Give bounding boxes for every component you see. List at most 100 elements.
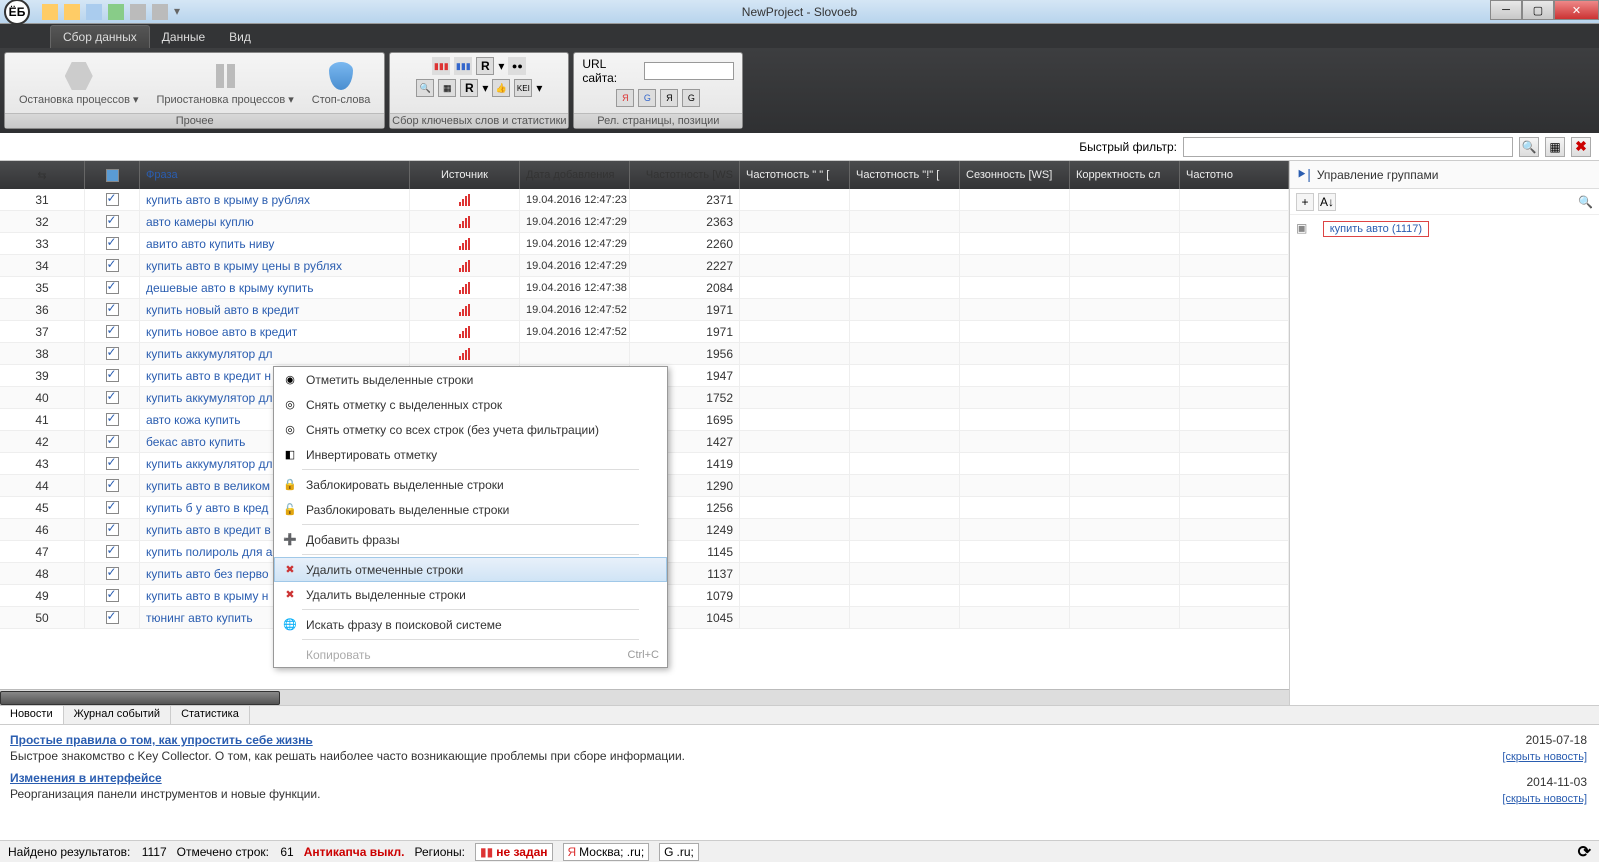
tab-data-collection[interactable]: Сбор данных bbox=[50, 25, 150, 48]
row-checkbox[interactable] bbox=[85, 343, 140, 364]
collapse-icon[interactable]: ⯈| bbox=[1296, 166, 1311, 183]
table-row[interactable]: 37купить новое авто в кредит19.04.2016 1… bbox=[0, 321, 1289, 343]
region-box[interactable]: ЯМосква; .ru; bbox=[563, 843, 650, 861]
tab-news[interactable]: Новости bbox=[0, 706, 64, 724]
tab-statistics[interactable]: Статистика bbox=[171, 706, 250, 724]
news-link[interactable]: Простые правила о том, как упростить себ… bbox=[10, 733, 1589, 747]
row-checkbox[interactable] bbox=[85, 475, 140, 496]
r-icon[interactable]: R bbox=[460, 79, 478, 97]
url-input[interactable] bbox=[644, 62, 734, 80]
row-checkbox[interactable] bbox=[85, 387, 140, 408]
search-icon[interactable]: 🔍 bbox=[1578, 195, 1593, 209]
context-menu-item[interactable]: 🔓Разблокировать выделенные строки bbox=[274, 497, 667, 522]
add-group-button[interactable]: + bbox=[1296, 193, 1314, 211]
reload-icon[interactable]: ⟳ bbox=[1578, 842, 1591, 862]
col-freq-last[interactable]: Частотно bbox=[1180, 161, 1289, 189]
row-phrase[interactable]: купить авто в крыму цены в рублях bbox=[140, 255, 410, 276]
context-menu-item[interactable]: ✖Удалить выделенные строки bbox=[274, 582, 667, 607]
context-menu-item[interactable]: ◎Снять отметку с выделенных строк bbox=[274, 392, 667, 417]
stopwords-button[interactable]: Стоп-слова bbox=[306, 58, 377, 108]
col-freq-excl[interactable]: Частотность "!" [ bbox=[850, 161, 960, 189]
filter-clear-button[interactable]: ✖ bbox=[1571, 137, 1591, 157]
filter-btn-2[interactable]: ▦ bbox=[1545, 137, 1565, 157]
group-node[interactable]: купить авто (1117) bbox=[1323, 221, 1429, 237]
context-menu-item[interactable]: ◧Инвертировать отметку bbox=[274, 442, 667, 467]
row-checkbox[interactable] bbox=[85, 409, 140, 430]
dropdown-icon[interactable]: ▾ bbox=[498, 59, 504, 73]
tab-event-log[interactable]: Журнал событий bbox=[64, 706, 171, 724]
row-phrase[interactable]: авто камеры куплю bbox=[140, 211, 410, 232]
tab-data[interactable]: Данные bbox=[150, 26, 217, 48]
bars-blue-icon[interactable]: ▮▮▮ bbox=[454, 57, 472, 75]
col-date[interactable]: Дата добавления bbox=[520, 161, 630, 189]
qat-icon[interactable] bbox=[152, 4, 168, 20]
region-box[interactable]: ▮▮не задан bbox=[475, 843, 553, 861]
table-row[interactable]: 32авто камеры куплю19.04.2016 12:47:2923… bbox=[0, 211, 1289, 233]
context-menu-item[interactable]: ◎Снять отметку со всех строк (без учета … bbox=[274, 417, 667, 442]
bars-red-icon[interactable]: ▮▮▮ bbox=[432, 57, 450, 75]
close-button[interactable]: ✕ bbox=[1554, 0, 1599, 20]
stop-processes-button[interactable]: Остановка процессов ▾ bbox=[13, 58, 145, 108]
row-checkbox[interactable] bbox=[85, 233, 140, 254]
row-checkbox[interactable] bbox=[85, 453, 140, 474]
col-season[interactable]: Сезонность [WS] bbox=[960, 161, 1070, 189]
table-row[interactable]: 36купить новый авто в кредит19.04.2016 1… bbox=[0, 299, 1289, 321]
row-phrase[interactable]: дешевые авто в крыму купить bbox=[140, 277, 410, 298]
row-checkbox[interactable] bbox=[85, 189, 140, 210]
grid-icon[interactable]: ▦ bbox=[438, 79, 456, 97]
minimize-button[interactable]: ─ bbox=[1490, 0, 1522, 20]
row-checkbox[interactable] bbox=[85, 321, 140, 342]
table-row[interactable]: 38купить аккумулятор дл1956 bbox=[0, 343, 1289, 365]
row-checkbox[interactable] bbox=[85, 277, 140, 298]
quick-access-toolbar[interactable]: ▾ bbox=[34, 4, 180, 20]
table-row[interactable]: 31купить авто в крыму в рублях19.04.2016… bbox=[0, 189, 1289, 211]
table-row[interactable]: 35дешевые авто в крыму купить19.04.2016 … bbox=[0, 277, 1289, 299]
table-row[interactable]: 34купить авто в крыму цены в рублях19.04… bbox=[0, 255, 1289, 277]
dropdown-icon[interactable]: ▾ bbox=[482, 81, 488, 95]
row-checkbox[interactable] bbox=[85, 211, 140, 232]
r-icon[interactable]: R bbox=[476, 57, 494, 75]
expand-icon[interactable]: ▣ bbox=[1296, 221, 1307, 235]
dots-icon[interactable]: ●● bbox=[508, 57, 526, 75]
qat-icon[interactable] bbox=[86, 4, 102, 20]
kei-icon[interactable]: KEI bbox=[514, 79, 532, 97]
hide-news-link[interactable]: [скрыть новость] bbox=[1502, 751, 1587, 763]
filter-btn-1[interactable]: 🔍 bbox=[1519, 137, 1539, 157]
thumb-icon[interactable]: 👍 bbox=[492, 79, 510, 97]
row-checkbox[interactable] bbox=[85, 607, 140, 628]
qat-icon[interactable] bbox=[42, 4, 58, 20]
row-phrase[interactable]: купить новый авто в кредит bbox=[140, 299, 410, 320]
row-checkbox[interactable] bbox=[85, 563, 140, 584]
dropdown-icon[interactable]: ▾ bbox=[536, 81, 542, 95]
yandex-colored-icon[interactable]: Я bbox=[660, 89, 678, 107]
col-number[interactable]: ⇆ bbox=[0, 161, 85, 189]
tab-view[interactable]: Вид bbox=[217, 26, 263, 48]
row-checkbox[interactable] bbox=[85, 519, 140, 540]
col-correct[interactable]: Корректность сл bbox=[1070, 161, 1180, 189]
anticaptcha-status[interactable]: Антикапча выкл. bbox=[304, 845, 405, 859]
col-freq-ws[interactable]: Частотность [WS bbox=[630, 161, 740, 189]
maximize-button[interactable]: ▢ bbox=[1522, 0, 1554, 20]
yandex-icon[interactable]: Я bbox=[616, 89, 634, 107]
qat-icon[interactable] bbox=[64, 4, 80, 20]
col-phrase[interactable]: Фраза bbox=[140, 161, 410, 189]
horizontal-scrollbar[interactable] bbox=[0, 689, 1289, 705]
row-checkbox[interactable] bbox=[85, 497, 140, 518]
row-checkbox[interactable] bbox=[85, 365, 140, 386]
row-checkbox[interactable] bbox=[85, 299, 140, 320]
col-freq-quote[interactable]: Частотность " " [ bbox=[740, 161, 850, 189]
table-row[interactable]: 33авито авто купить ниву19.04.2016 12:47… bbox=[0, 233, 1289, 255]
col-source[interactable]: Источник bbox=[410, 161, 520, 189]
hide-news-link[interactable]: [скрыть новость] bbox=[1502, 793, 1587, 805]
row-phrase[interactable]: купить аккумулятор дл bbox=[140, 343, 410, 364]
context-menu-item[interactable]: ✖Удалить отмеченные строки bbox=[274, 557, 667, 582]
row-checkbox[interactable] bbox=[85, 431, 140, 452]
context-menu-item[interactable]: 🔒Заблокировать выделенные строки bbox=[274, 472, 667, 497]
google-icon[interactable]: G bbox=[638, 89, 656, 107]
pause-processes-button[interactable]: Приостановка процессов ▾ bbox=[151, 58, 300, 108]
sort-groups-button[interactable]: A↓ bbox=[1318, 193, 1336, 211]
row-checkbox[interactable] bbox=[85, 585, 140, 606]
row-checkbox[interactable] bbox=[85, 541, 140, 562]
quick-filter-input[interactable] bbox=[1183, 137, 1513, 157]
context-menu-item[interactable]: ◉Отметить выделенные строки bbox=[274, 367, 667, 392]
